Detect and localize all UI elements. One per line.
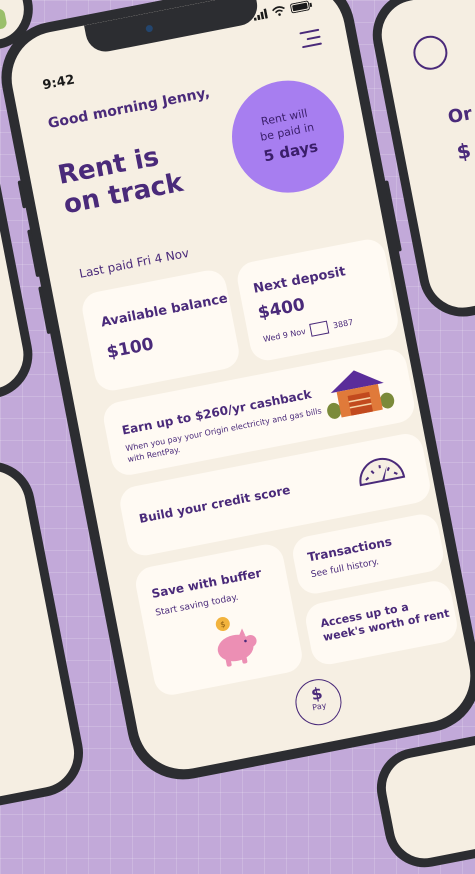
- deposit-date: Wed 9 Nov: [262, 326, 307, 344]
- buffer-title: Save with buffer: [150, 565, 263, 601]
- card-label: Available balance: [99, 291, 229, 331]
- access-title: Access up to a week's worth of rent: [319, 600, 451, 644]
- piggy-bank-icon: $: [215, 617, 257, 667]
- signal-icon: [253, 8, 268, 21]
- gauge-icon: [359, 457, 406, 487]
- transactions-title: Transactions: [306, 534, 394, 565]
- next-deposit-card[interactable]: Next deposit $400 Wed 9 Nov 3887: [234, 236, 401, 364]
- menu-icon[interactable]: [299, 28, 323, 53]
- notch: [84, 0, 261, 55]
- battery-icon: [290, 0, 313, 14]
- status-time: 9:42: [41, 72, 77, 94]
- deposit-value: $400: [256, 294, 307, 324]
- background-phone: [370, 725, 475, 874]
- bank-icon: [309, 320, 330, 337]
- status-icons: [252, 0, 313, 21]
- bg-phone-text: Or: [446, 103, 474, 129]
- greeting: Good morning Jenny,: [46, 84, 212, 132]
- bg-phone-text: $: [454, 138, 473, 165]
- volume-down-button: [38, 286, 52, 335]
- rent-countdown-badge: Rent will be paid in 5 days: [222, 70, 354, 203]
- balance-value: $100: [105, 334, 156, 363]
- account-number: 3887: [332, 317, 355, 331]
- volume-up-button: [27, 229, 41, 278]
- silent-switch: [17, 180, 27, 209]
- available-balance-card[interactable]: Available balance $100: [79, 267, 242, 394]
- card-label: Next deposit: [252, 264, 347, 297]
- save-with-buffer-card[interactable]: Save with buffer Start saving today. $: [132, 541, 305, 698]
- background-phone: [0, 454, 91, 826]
- camera-icon: [145, 24, 154, 33]
- pay-button[interactable]: $ Pay: [291, 675, 346, 730]
- house-icon: [327, 370, 395, 419]
- circle-icon: [410, 32, 451, 73]
- page-title: Rent is on track: [55, 129, 233, 220]
- wifi-icon: [272, 6, 285, 16]
- last-paid: Last paid Fri 4 Nov: [78, 245, 191, 281]
- credit-title: Build your credit score: [137, 482, 292, 526]
